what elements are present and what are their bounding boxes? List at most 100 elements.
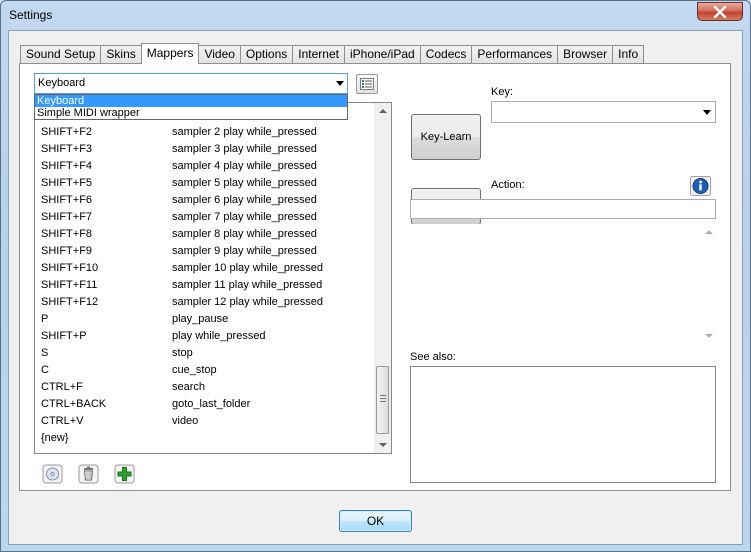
mapping-key: S [41,347,49,359]
see-also-label: See also: [410,351,456,363]
mappings-list[interactable]: SHIFT+F2 sampler 2 play while_pressed SHIF… [34,102,392,454]
mapping-action: search [172,381,206,393]
mapper-select-value: Keyboard [38,77,86,89]
mapping-key: SHIFT+F2 [41,126,93,138]
key-select[interactable] [491,101,716,123]
mapping-row[interactable]: SHIFT+F10 sampler 10 play while_pressed [41,260,371,277]
tab-bar: Sound Setup Skins Mappers Video Options Inter… [20,43,645,64]
mapping-action: sampler 8 play while_pressed [172,228,317,240]
mapping-action: stop [172,347,193,359]
mapping-action: sampler 11 play while_pressed [172,279,323,291]
close-icon [713,6,727,18]
close-button[interactable] [697,2,743,21]
mapping-row[interactable]: SHIFT+F4 sampler 4 play while_pressed [41,158,371,175]
mapping-row[interactable]: SHIFT+F2 sampler 2 play while_pressed [41,124,371,141]
tab-browser[interactable]: Browser [557,45,614,63]
tab-video[interactable]: Video [198,45,241,63]
mapping-action: sampler 10 play while_pressed [172,262,324,274]
mapping-key: SHIFT+F4 [41,160,93,172]
mapping-key: SHIFT+P [41,330,87,342]
tab-options[interactable]: Options [239,45,294,63]
cd-icon [42,464,63,484]
mapping-action: sampler 5 play while_pressed [172,177,317,189]
mapping-row[interactable]: SHIFT+F5 sampler 5 play while_pressed [41,175,371,192]
mapping-row[interactable]: Sstop [41,345,371,362]
dropdown-option[interactable]: Simple MIDI wrapper [35,107,347,119]
tab-mappers[interactable]: Mappers [140,43,200,64]
mapping-action: sampler 9 play while_pressed [172,245,317,257]
chevron-down-icon [336,81,344,86]
mapping-key: CTRL+V [41,415,84,427]
info-icon[interactable] [690,176,711,196]
delete-mapping-button[interactable] [78,464,100,484]
mapping-row[interactable]: SHIFT+F11 sampler 11 play while_pressed [41,277,371,294]
mapping-key: P [41,313,49,325]
scroll-down-icon[interactable] [379,443,387,447]
tab-sound-setup[interactable]: Sound Setup [20,45,102,63]
mapping-key: SHIFT+F11 [41,279,98,291]
trash-icon [78,464,99,484]
mapping-row[interactable]: CTRL+V video [41,413,371,430]
mapping-row[interactable]: SHIFT+F7 sampler 7 play while_pressed [41,209,371,226]
mapping-row[interactable]: SHIFT+F8 sampler 8 play while_pressed [41,226,371,243]
dropdown-option[interactable]: Keyboard [35,95,347,107]
list-view-button[interactable] [356,74,378,94]
load-mapping-button[interactable] [42,464,64,484]
tab-performances[interactable]: Performances [471,45,559,63]
mapping-row[interactable]: {new} [41,430,371,447]
see-also-box[interactable] [410,366,716,483]
mapping-key: SHIFT+F5 [41,177,93,189]
mapping-action: play while_pressed [172,330,266,342]
mapper-select[interactable]: Keyboard [34,73,348,94]
mapping-key: {new} [41,432,69,444]
ok-button[interactable]: OK [339,510,412,532]
mapper-dropdown-list: Keyboard Simple MIDI wrapper [34,94,348,120]
settings-window: Settings Sound Setup Skins Mappers Video Opt… [0,0,751,552]
mapping-row[interactable]: CTRL+F search [41,379,371,396]
mapping-row[interactable]: SHIFT+F6 sampler 6 play while_pressed [41,192,371,209]
tab-info[interactable]: Info [612,45,645,63]
action-label: Action: [491,179,525,191]
mapping-row[interactable]: Ccue_stop [41,362,371,379]
tab-internet[interactable]: Internet [292,45,345,63]
mappers-panel: Keyboard Keyboard Simple MIDI wrapper SH… [19,63,731,491]
scroll-up-icon[interactable] [379,109,387,113]
mappings-scrollbar[interactable] [374,103,391,453]
mapping-key: SHIFT+F9 [41,245,93,257]
mapping-row[interactable]: SHIFT+P play while_pressed [41,328,371,345]
key-learn-button[interactable]: Key-Learn [411,114,481,160]
mapping-key: SHIFT+F12 [41,296,99,308]
mapping-action: video [172,415,199,427]
tab-skins[interactable]: Skins [100,45,142,63]
key-label: Key: [491,86,514,98]
scroll-up-icon[interactable] [705,230,713,234]
mapping-key: C [41,364,49,376]
mapping-key: SHIFT+F8 [41,228,93,240]
action-input[interactable] [410,199,716,219]
mapping-row[interactable]: SHIFT+F3 sampler 3 play while_pressed [41,141,371,158]
mapping-row[interactable]: Pplay_pause [41,311,371,328]
title-bar[interactable]: Settings [1,1,750,29]
scroll-down-icon[interactable] [705,334,713,338]
scrollbar-thumb[interactable] [376,366,389,434]
tab-iphone-ipad[interactable]: iPhone/iPad [343,45,421,63]
mapping-row[interactable]: CTRL+BACK goto_last_folder [41,396,371,413]
mapping-row[interactable]: SHIFT+F12 sampler 12 play while_pressed [41,294,371,311]
window-title: Settings [9,8,53,22]
mapping-action: goto_last_folder [172,398,251,410]
mapping-action: play_pause [172,313,229,325]
mapping-key: SHIFT+F7 [41,211,93,223]
mapping-key: SHIFT+F6 [41,194,93,206]
add-mapping-button[interactable] [114,464,136,484]
mapping-action: sampler 3 play while_pressed [172,143,317,155]
action-description [410,224,716,344]
mapping-action: cue_stop [172,364,217,376]
mapping-action: sampler 7 play while_pressed [172,211,317,223]
description-scrollbar[interactable] [702,224,716,344]
mapping-key: SHIFT+F3 [41,143,93,155]
tab-codecs[interactable]: Codecs [419,45,473,63]
chevron-down-icon [703,110,711,115]
list-view-icon [360,78,374,90]
mapping-row[interactable]: SHIFT+F9 sampler 9 play while_pressed [41,243,371,260]
mapping-key: CTRL+BACK [41,398,107,410]
